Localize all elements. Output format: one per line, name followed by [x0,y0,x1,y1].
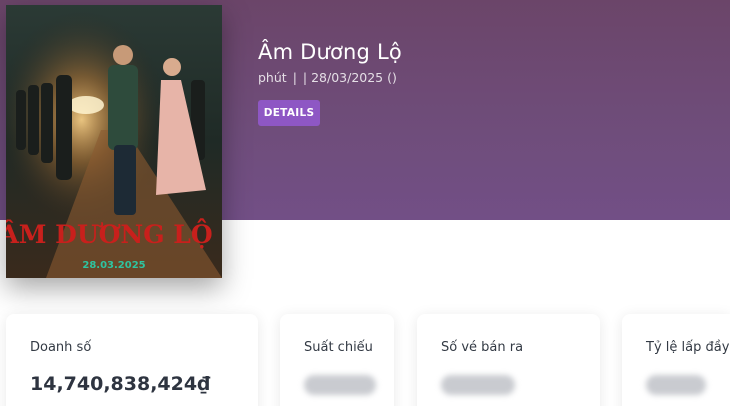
stat-label: Số vé bán ra [441,340,524,355]
meta-separator: | [292,70,297,85]
poster-release-date: 28.03.2025 [82,260,145,271]
movie-poster: ÂM DƯƠNG LỘ 28.03.2025 [6,5,222,278]
stat-card-occupancy: Tỷ lệ lấp đầy [622,314,730,406]
movie-title: Âm Dương Lộ [258,40,402,64]
stat-card-showtimes: Suất chiếu [280,314,394,406]
stat-label: Doanh số [30,340,92,355]
stat-label: Suất chiếu [304,340,373,355]
stat-value-hidden [441,375,515,395]
stat-card-tickets: Số vé bán ra [417,314,600,406]
movie-info: Âm Dương Lộ phút | | 28/03/2025 () [258,40,402,85]
duration-text: phút [258,70,287,85]
stat-value: 14,740,838,424₫ [30,373,211,395]
poster-artwork: ÂM DƯƠNG LỘ 28.03.2025 [6,5,222,278]
stat-value-hidden [646,375,706,395]
details-button[interactable]: DETAILS [258,100,320,126]
stat-value-hidden [304,375,376,395]
release-date-text: | 28/03/2025 () [302,70,397,85]
stat-card-revenue: Doanh số 14,740,838,424₫ [6,314,258,406]
stat-label: Tỷ lệ lấp đầy [646,340,730,355]
poster-title-art: ÂM DƯƠNG LỘ [6,219,213,249]
movie-meta: phút | | 28/03/2025 () [258,70,402,85]
